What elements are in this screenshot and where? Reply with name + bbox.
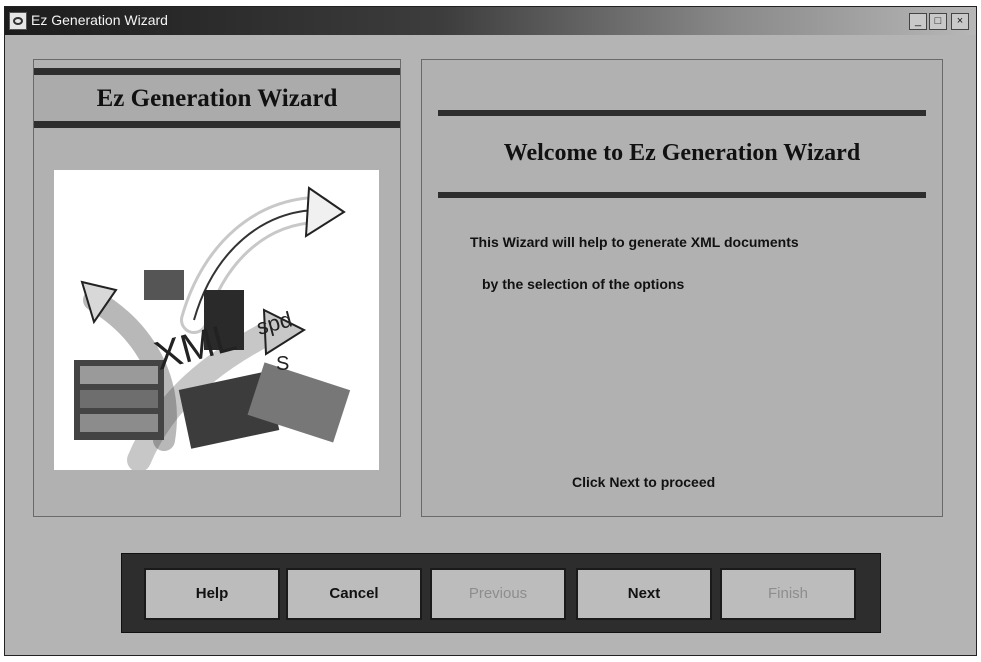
wizard-illustration: XML spd S: [54, 170, 379, 470]
description-line-1: This Wizard will help to generate XML do…: [470, 234, 799, 250]
wizard-illustration-graphic: XML spd S: [74, 186, 351, 470]
welcome-title: Welcome to Ez Generation Wizard: [503, 140, 861, 166]
maximize-button[interactable]: □: [929, 13, 947, 30]
description-line-2: by the selection of the options: [482, 276, 685, 292]
next-button[interactable]: Next: [576, 568, 712, 620]
minimize-button[interactable]: _: [909, 13, 927, 30]
left-panel: Ez Generation Wizard XML spd S: [33, 59, 401, 517]
right-panel: Welcome to Ez Generation Wizard This Wiz…: [421, 59, 943, 517]
finish-button[interactable]: Finish: [720, 568, 856, 620]
left-header-title: Ez Generation Wizard: [96, 85, 338, 112]
wizard-window: Ez Generation Wizard _ □ × Ez Generation…: [4, 6, 977, 656]
proceed-hint: Click Next to proceed: [572, 474, 716, 490]
left-header: Ez Generation Wizard: [34, 68, 400, 128]
bottom-rule: [438, 192, 926, 198]
top-rule: [438, 110, 926, 116]
s-label: S: [276, 353, 289, 375]
help-button[interactable]: Help: [144, 568, 280, 620]
cancel-button[interactable]: Cancel: [286, 568, 422, 620]
wizard-button-bar: Help Cancel Previous Next Finish: [121, 553, 881, 633]
app-icon: [9, 12, 27, 30]
previous-button[interactable]: Previous: [430, 568, 566, 620]
window-title: Ez Generation Wizard: [31, 12, 168, 28]
close-button[interactable]: ×: [951, 13, 969, 30]
title-bar[interactable]: Ez Generation Wizard _ □ ×: [5, 7, 976, 35]
